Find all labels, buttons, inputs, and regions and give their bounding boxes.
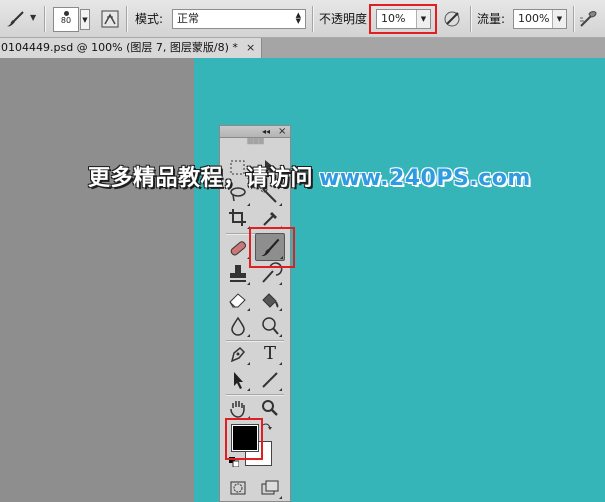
brush-tool-highlight-box [249, 227, 295, 268]
line-tool[interactable] [257, 368, 283, 392]
divider [312, 6, 313, 32]
blend-mode-select[interactable]: 正常 ▲ ▼ [172, 9, 306, 29]
pen-tool[interactable] [225, 342, 251, 366]
brush-panel-toggle-icon[interactable] [101, 9, 119, 29]
dodge-tool[interactable] [257, 314, 283, 338]
mode-label: 模式: [135, 12, 164, 26]
clone-stamp-tool[interactable] [225, 262, 251, 286]
pressure-opacity-icon[interactable] [443, 9, 461, 29]
screen-mode-button[interactable] [257, 476, 283, 500]
options-bar: ▼ 80 ▼ 模式: 正常 ▲ ▼ 不透明度 10% ▼ 流量: 100% ▼ [0, 0, 605, 38]
eraser-tool[interactable] [225, 288, 251, 312]
hand-tool[interactable] [225, 396, 251, 420]
watermark-url: www.240PS.com [319, 166, 531, 191]
updown-arrows-icon: ▲ ▼ [295, 11, 301, 25]
quick-mask-button[interactable] [225, 476, 251, 500]
path-selection-tool[interactable] [225, 368, 251, 392]
blur-tool[interactable] [225, 314, 251, 338]
brush-tool-preset-icon[interactable] [5, 10, 25, 28]
flow-label: 流量: [477, 12, 506, 26]
close-icon[interactable]: × [278, 126, 286, 137]
brush-size-picker[interactable]: 80 [53, 7, 79, 32]
divider [226, 340, 284, 341]
airbrush-icon[interactable] [578, 9, 598, 29]
tools-panel-header[interactable]: ◂◂ × [220, 126, 290, 138]
opacity-highlight-box [369, 4, 437, 34]
panel-grip[interactable]: |||||||||||||||| [220, 138, 290, 146]
brush-size-value: 80 [60, 16, 72, 25]
type-tool-glyph: T [264, 343, 277, 364]
close-icon[interactable]: × [246, 38, 255, 57]
color-swatch-highlight-box [225, 418, 263, 460]
watermark: 更多精品教程，请访问 www.240PS.com [88, 164, 531, 194]
blend-mode-value: 正常 [177, 12, 199, 25]
collapse-icon[interactable]: ◂◂ [262, 126, 270, 137]
healing-brush-tool[interactable] [225, 236, 251, 260]
document-tab-bar: 0104449.psd @ 100% (图层 7, 图层蒙版/8) * × [0, 38, 605, 58]
divider [470, 6, 471, 32]
brush-size-dropdown-button[interactable]: ▼ [80, 9, 90, 30]
watermark-chinese-text: 更多精品教程，请访问 [88, 166, 314, 191]
divider [44, 6, 45, 32]
crop-tool[interactable] [225, 206, 251, 230]
document-tab[interactable]: 0104449.psd @ 100% (图层 7, 图层蒙版/8) * [0, 38, 262, 58]
document-title: 0104449.psd @ 100% (图层 7, 图层蒙版/8) * [1, 41, 238, 54]
chevron-down-icon[interactable]: ▼ [30, 13, 36, 22]
divider [226, 394, 284, 395]
opacity-label: 不透明度 [319, 12, 368, 26]
swap-colors-icon[interactable] [262, 422, 272, 435]
divider [126, 6, 127, 32]
zoom-tool[interactable] [257, 396, 283, 420]
flow-slider-button[interactable]: ▼ [552, 10, 566, 28]
divider [573, 6, 574, 32]
flow-value: 100% [518, 12, 550, 25]
flow-field[interactable]: 100% ▼ [513, 9, 567, 29]
paint-bucket-tool[interactable] [257, 288, 283, 312]
type-tool[interactable]: T [257, 342, 283, 366]
